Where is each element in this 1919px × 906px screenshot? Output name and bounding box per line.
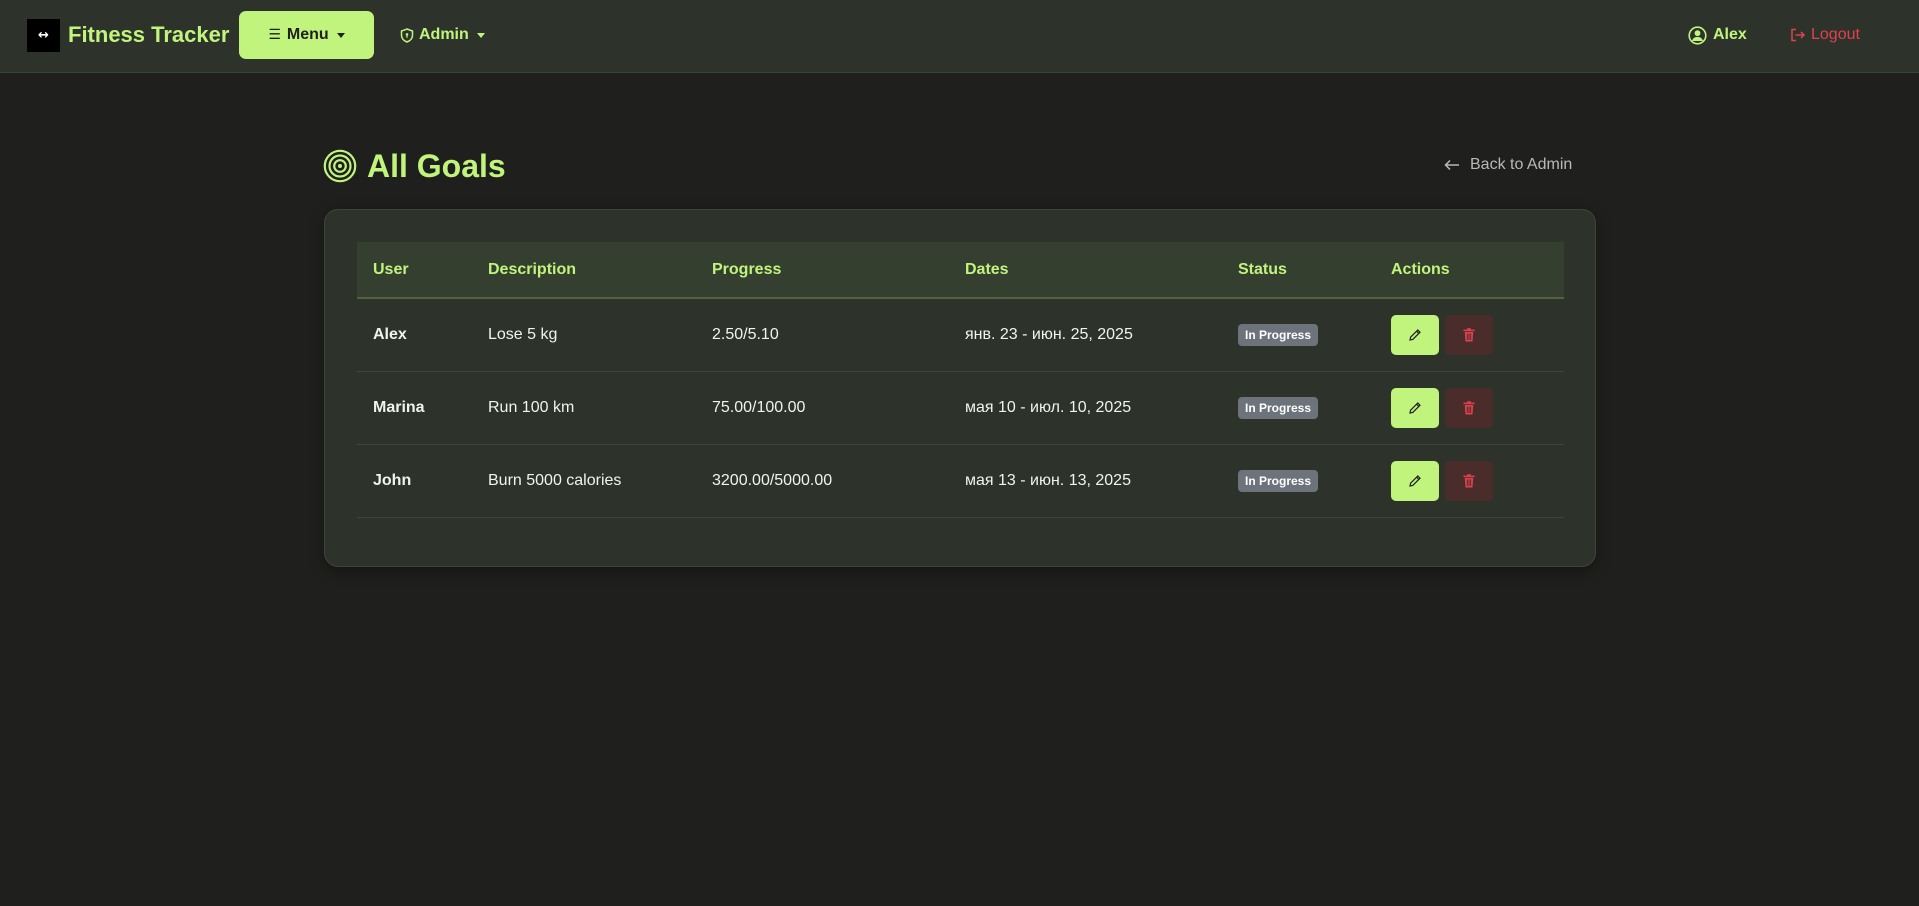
status-badge: In Progress <box>1238 396 1319 419</box>
delete-button[interactable] <box>1445 387 1493 428</box>
description-cell: Run 100 km <box>488 398 575 416</box>
description-cell: Burn 5000 calories <box>488 471 622 489</box>
logout-link[interactable]: Logout <box>1790 22 1860 48</box>
pencil-icon <box>1409 401 1421 414</box>
brand-name: Fitness Tracker <box>68 22 230 47</box>
dates-cell: янв. 23 - июн. 25, 2025 <box>965 325 1133 343</box>
arrow-left-icon <box>1444 159 1460 171</box>
column-header-progress: Progress <box>696 242 949 299</box>
target-icon <box>323 149 357 183</box>
column-header-user: User <box>357 242 472 299</box>
status-cell: In Progress <box>1222 371 1375 444</box>
dumbbell-icon: ↔ <box>27 18 60 52</box>
back-to-admin-link[interactable]: Back to Admin <box>1444 153 1572 177</box>
delete-button[interactable] <box>1445 460 1493 501</box>
admin-dropdown[interactable]: Admin <box>400 22 485 48</box>
page-title: All Goals <box>323 146 506 186</box>
page-title-text: All Goals <box>367 147 506 184</box>
user-cell: John <box>373 471 412 489</box>
list-icon: ☰ <box>268 27 281 43</box>
column-header-dates: Dates <box>949 242 1222 299</box>
column-header-actions: Actions <box>1375 242 1564 299</box>
caret-down-icon <box>476 32 485 38</box>
shield-icon <box>400 27 414 43</box>
progress-cell: 2.50/5.10 <box>712 325 779 343</box>
dates-cell: мая 13 - июн. 13, 2025 <box>965 471 1131 489</box>
menu-label: Menu <box>286 26 329 43</box>
delete-button[interactable] <box>1445 314 1493 355</box>
user-profile-link[interactable]: Alex <box>1688 22 1747 48</box>
progress-cell: 3200.00/5000.00 <box>712 471 833 489</box>
menu-dropdown-button[interactable]: ☰ Menu <box>239 11 374 59</box>
pencil-icon <box>1409 328 1421 341</box>
user-name: Alex <box>1713 26 1747 43</box>
caret-down-icon <box>336 32 345 38</box>
table-row: John Burn 5000 calories 3200.00/5000.00 … <box>357 444 1564 517</box>
description-cell: Lose 5 kg <box>488 325 558 343</box>
goals-table: User Description Progress Dates Status A… <box>357 242 1564 518</box>
progress-cell: 75.00/100.00 <box>712 398 806 416</box>
table-header-row: User Description Progress Dates Status A… <box>357 242 1564 299</box>
goals-card: User Description Progress Dates Status A… <box>324 209 1596 567</box>
user-cell: Marina <box>373 398 425 416</box>
user-circle-icon <box>1688 25 1707 45</box>
table-row: Marina Run 100 km 75.00/100.00 мая 10 - … <box>357 371 1564 444</box>
brand-link[interactable]: ↔ Fitness Tracker <box>27 18 229 52</box>
edit-button[interactable] <box>1391 460 1439 501</box>
admin-label: Admin <box>419 26 469 43</box>
dates-cell: мая 10 - июл. 10, 2025 <box>965 398 1132 416</box>
navbar: ↔ Fitness Tracker ☰ Menu Admin Alex Logo… <box>0 0 1919 73</box>
actions-cell <box>1375 371 1564 444</box>
trash-icon <box>1463 327 1475 342</box>
actions-cell <box>1375 444 1564 517</box>
status-badge: In Progress <box>1238 323 1319 346</box>
actions-cell <box>1375 298 1564 371</box>
status-cell: In Progress <box>1222 298 1375 371</box>
back-label: Back to Admin <box>1470 156 1573 173</box>
edit-button[interactable] <box>1391 314 1439 355</box>
logout-icon <box>1790 28 1806 42</box>
pencil-icon <box>1409 474 1421 487</box>
status-cell: In Progress <box>1222 444 1375 517</box>
table-row: Alex Lose 5 kg 2.50/5.10 янв. 23 - июн. … <box>357 298 1564 371</box>
column-header-description: Description <box>472 242 696 299</box>
trash-icon <box>1463 400 1475 414</box>
logout-label: Logout <box>1811 26 1860 43</box>
edit-button[interactable] <box>1391 387 1439 428</box>
column-header-status: Status <box>1222 242 1375 299</box>
trash-icon <box>1463 473 1475 487</box>
status-badge: In Progress <box>1238 469 1319 492</box>
user-cell: Alex <box>373 325 407 343</box>
